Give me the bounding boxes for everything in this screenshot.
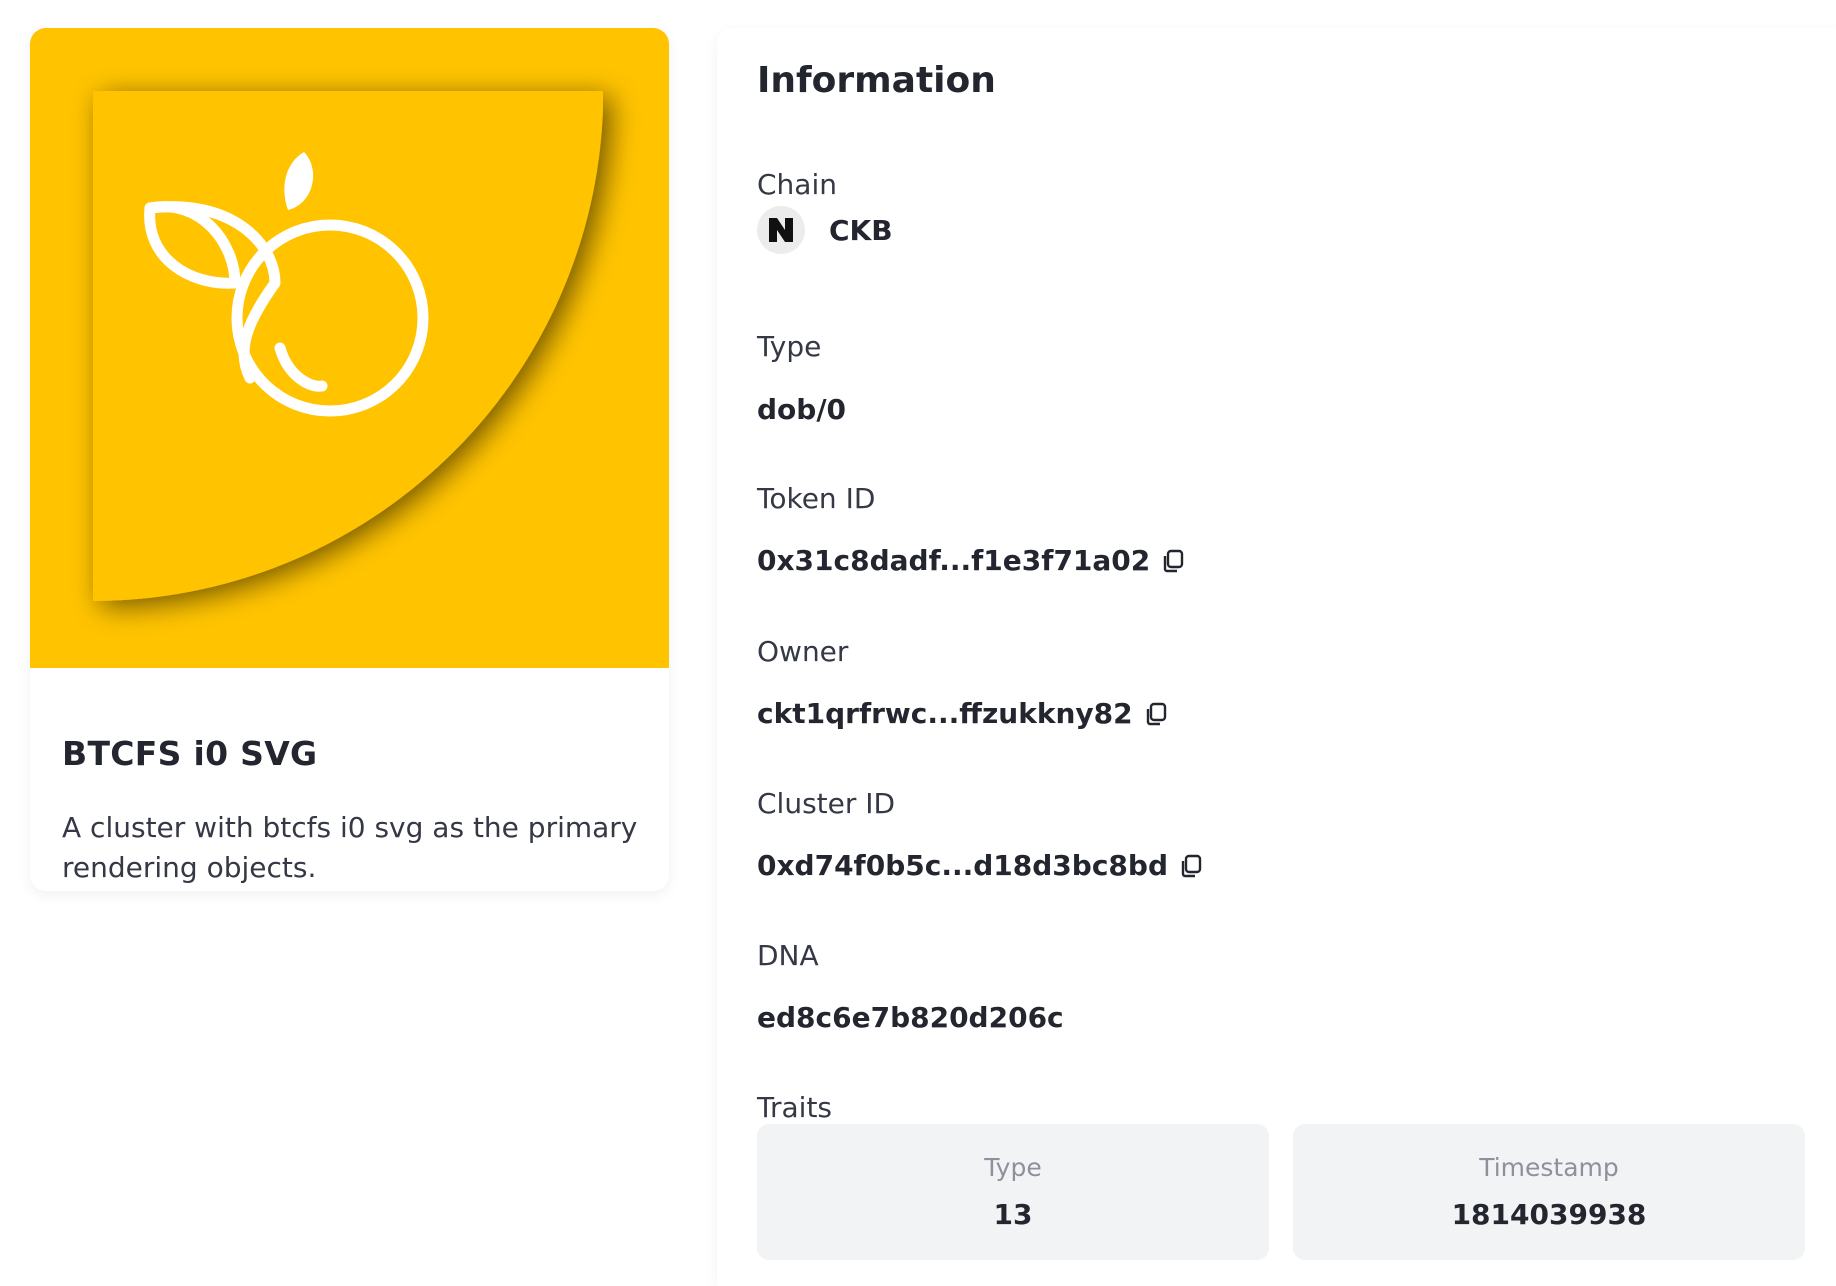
cluster-card[interactable]: BTCFS i0 SVG A cluster with btcfs i0 svg… (30, 28, 669, 891)
dna-label: DNA (757, 939, 819, 972)
type-label: Type (757, 330, 822, 363)
trait-card: Type 13 (757, 1124, 1269, 1260)
information-title: Information (757, 60, 996, 101)
trait-value: 13 (993, 1198, 1033, 1231)
cluster-id-row: 0xd74f0b5c...d18d3bc8bd (757, 849, 1204, 882)
dna-value: ed8c6e7b820d206c (757, 1001, 1064, 1034)
trait-card: Timestamp 1814039938 (1293, 1124, 1805, 1260)
copy-icon[interactable] (1178, 853, 1204, 879)
cluster-id-label: Cluster ID (757, 787, 896, 820)
trait-name: Timestamp (1479, 1153, 1619, 1182)
orange-fruit-icon (30, 28, 669, 668)
copy-icon[interactable] (1160, 548, 1186, 574)
cluster-id-value: 0xd74f0b5c...d18d3bc8bd (757, 849, 1168, 882)
owner-value: ckt1qrfrwc...ffzukkny82 (757, 697, 1133, 730)
traits-label: Traits (757, 1091, 833, 1124)
chain-label: Chain (757, 168, 837, 201)
cluster-description: A cluster with btcfs i0 svg as the prima… (62, 811, 638, 884)
token-id-row: 0x31c8dadf...f1e3f71a02 (757, 544, 1186, 577)
traits-list: Type 13 Timestamp 1814039938 (757, 1124, 1805, 1260)
cluster-title: BTCFS i0 SVG (62, 734, 318, 773)
chain-name: CKB (829, 213, 893, 247)
cluster-image (30, 28, 669, 668)
token-id-value: 0x31c8dadf...f1e3f71a02 (757, 544, 1151, 577)
trait-name: Type (984, 1153, 1042, 1182)
chain-value: CKB (757, 206, 893, 254)
ckb-logo-icon (757, 206, 805, 254)
token-id-label: Token ID (757, 482, 876, 515)
copy-icon[interactable] (1143, 701, 1169, 727)
type-value: dob/0 (757, 393, 847, 426)
owner-row: ckt1qrfrwc...ffzukkny82 (757, 697, 1169, 730)
information-panel: Information Chain CKB Type dob/0 Token I… (717, 28, 1836, 1286)
owner-label: Owner (757, 635, 849, 668)
trait-value: 1814039938 (1451, 1198, 1647, 1231)
